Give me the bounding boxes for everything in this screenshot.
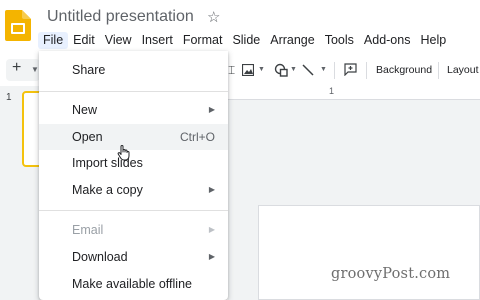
toolbar-divider <box>334 62 335 79</box>
line-dropdown-icon[interactable]: ▼ <box>320 66 327 73</box>
menu-item-label: Make available offline <box>72 277 192 291</box>
menu-format[interactable]: Format <box>178 32 228 49</box>
slide-canvas[interactable] <box>258 205 480 300</box>
image-icon[interactable] <box>242 64 254 76</box>
menu-tools[interactable]: Tools <box>320 32 359 49</box>
menu-help[interactable]: Help <box>415 32 451 49</box>
menu-item-email: Email ▶ <box>39 217 228 243</box>
menu-item-open[interactable]: Open Ctrl+O <box>39 124 228 150</box>
menu-item-make-offline[interactable]: Make available offline <box>39 271 228 297</box>
background-button[interactable]: Background <box>376 64 432 76</box>
shape-dropdown-icon[interactable]: ▼ <box>290 66 297 73</box>
menu-edit[interactable]: Edit <box>68 32 100 49</box>
menu-arrange[interactable]: Arrange <box>265 32 319 49</box>
document-title[interactable]: Untitled presentation <box>47 8 194 26</box>
menu-item-label: Import slides <box>72 156 143 170</box>
submenu-arrow-icon: ▶ <box>208 185 215 194</box>
star-icon[interactable]: ☆ <box>207 8 220 26</box>
text-box-icon[interactable]: ⌶ <box>228 63 235 78</box>
menubar: File Edit View Insert Format Slide Arran… <box>38 31 451 49</box>
horizontal-ruler <box>228 86 480 100</box>
menu-view[interactable]: View <box>100 32 137 49</box>
ruler-mark: 1 <box>329 86 335 96</box>
menu-item-label: Make a copy <box>72 183 143 197</box>
menu-slide[interactable]: Slide <box>227 32 265 49</box>
menu-item-label: Open <box>72 130 103 144</box>
hand-cursor-icon <box>117 145 130 161</box>
toolbar-divider <box>438 62 439 79</box>
plus-icon: + <box>12 59 22 76</box>
chevron-down-icon[interactable]: ▼ <box>31 65 39 74</box>
menu-item-label: Email <box>72 223 104 237</box>
menu-item-make-copy[interactable]: Make a copy ▶ <box>39 177 228 203</box>
submenu-arrow-icon: ▶ <box>208 252 215 261</box>
menu-item-label: Share <box>72 63 106 77</box>
submenu-arrow-icon: ▶ <box>208 105 215 114</box>
menu-item-import-slides[interactable]: Import slides <box>39 150 228 176</box>
google-slides-logo[interactable] <box>5 10 31 41</box>
menu-divider <box>39 210 228 211</box>
menu-item-label: New <box>72 103 98 117</box>
menu-item-download[interactable]: Download ▶ <box>39 244 228 270</box>
menu-insert[interactable]: Insert <box>137 32 178 49</box>
shape-icon[interactable] <box>274 63 288 77</box>
menu-item-label: Download <box>72 250 128 264</box>
image-dropdown-icon[interactable]: ▼ <box>258 66 265 73</box>
line-icon[interactable] <box>302 64 314 76</box>
menu-item-new[interactable]: New ▶ <box>39 97 228 123</box>
slide-number: 1 <box>6 92 12 103</box>
watermark: groovyPost.com <box>331 266 451 282</box>
menu-item-share[interactable]: Share <box>39 57 228 83</box>
menu-file[interactable]: File <box>38 31 69 49</box>
add-comment-icon[interactable] <box>344 63 357 76</box>
submenu-arrow-icon: ▶ <box>208 225 215 234</box>
layout-button[interactable]: Layout <box>447 64 479 76</box>
menu-add-ons[interactable]: Add-ons <box>359 32 416 49</box>
new-slide-button[interactable]: + ▼ <box>6 59 40 81</box>
file-menu-dropdown: Share New ▶ Open Ctrl+O Import slides Ma… <box>39 51 228 300</box>
menu-divider <box>39 91 228 92</box>
toolbar-divider <box>366 62 367 79</box>
shortcut-label: Ctrl+O <box>179 130 215 144</box>
